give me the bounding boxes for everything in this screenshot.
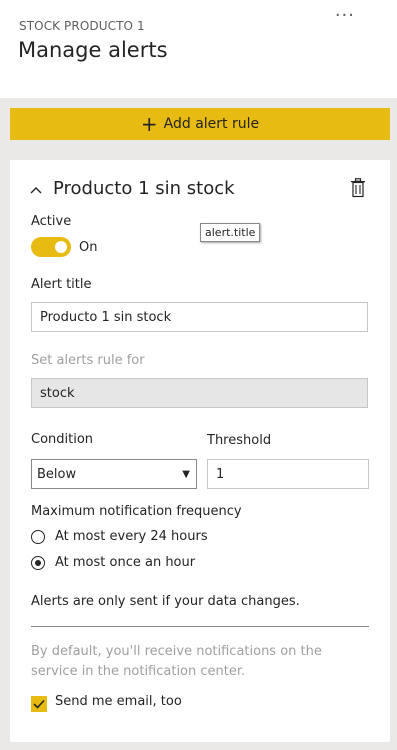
- set-rule-value: stock: [40, 385, 75, 401]
- plus-icon: +: [140, 112, 158, 136]
- default-notification-note: By default, you'll receive notifications…: [31, 644, 322, 679]
- trash-icon[interactable]: [350, 178, 366, 198]
- report-subtitle: STOCK PRODUCTO 1: [19, 19, 145, 33]
- set-rule-label: Set alerts rule for: [31, 353, 145, 368]
- field-tooltip: alert.title: [200, 223, 261, 242]
- chevron-up-icon[interactable]: [30, 182, 42, 198]
- alert-rule-title[interactable]: Producto 1 sin stock: [53, 178, 235, 199]
- alert-title-value: Producto 1 sin stock: [40, 309, 172, 325]
- divider: [31, 626, 369, 627]
- checkmark-icon: [33, 699, 45, 709]
- frequency-label: Maximum notification frequency: [31, 504, 242, 519]
- caret-down-icon: ▼: [182, 469, 190, 480]
- condition-value: Below: [37, 466, 77, 482]
- radio-once-hour[interactable]: [31, 556, 45, 570]
- page-title: Manage alerts: [18, 38, 168, 62]
- alert-rule-card: Producto 1 sin stock Active On alert.tit…: [10, 160, 390, 742]
- add-alert-rule-button[interactable]: + Add alert rule: [10, 108, 390, 140]
- radio-24-hours-label[interactable]: At most every 24 hours: [55, 529, 208, 544]
- alert-title-label: Alert title: [31, 277, 92, 292]
- condition-select[interactable]: Below ▼: [31, 459, 197, 489]
- radio-once-hour-label[interactable]: At most once an hour: [55, 555, 195, 570]
- add-alert-rule-label: Add alert rule: [163, 116, 260, 132]
- set-rule-field: stock: [31, 378, 368, 408]
- threshold-value: 1: [216, 466, 225, 482]
- condition-label: Condition: [31, 432, 94, 447]
- toggle-state-label: On: [79, 240, 98, 255]
- alert-title-input[interactable]: Producto 1 sin stock: [31, 302, 368, 332]
- email-checkbox[interactable]: [31, 696, 47, 712]
- header: STOCK PRODUCTO 1 Manage alerts ...: [0, 0, 397, 100]
- data-change-note: Alerts are only sent if your data change…: [31, 594, 300, 609]
- threshold-input[interactable]: 1: [207, 459, 369, 489]
- threshold-label: Threshold: [207, 433, 272, 448]
- radio-24-hours[interactable]: [31, 530, 45, 544]
- more-options-button[interactable]: ...: [335, 0, 355, 21]
- active-toggle[interactable]: [31, 237, 71, 257]
- active-label: Active: [31, 214, 72, 229]
- toggle-knob: [55, 241, 67, 253]
- alerts-panel: + Add alert rule Producto 1 sin stock Ac…: [0, 98, 397, 750]
- email-label[interactable]: Send me email, too: [55, 694, 182, 709]
